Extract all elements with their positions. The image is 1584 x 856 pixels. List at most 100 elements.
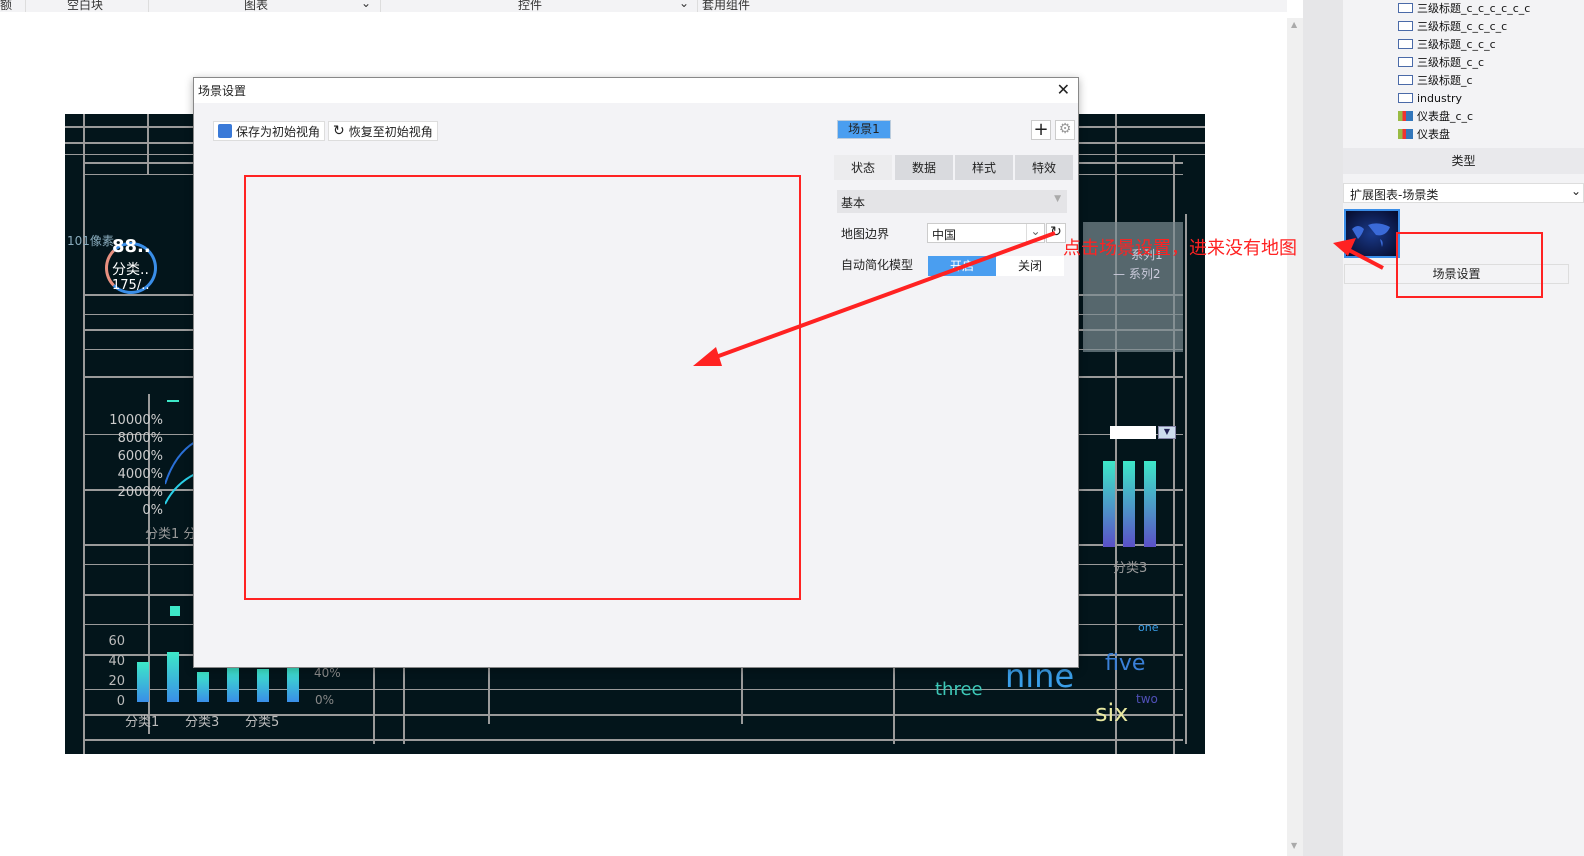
bar: [227, 667, 239, 702]
tab-status[interactable]: 状态: [834, 155, 892, 180]
dropdown-widget-icon: [1398, 93, 1413, 103]
gauge-icon: [1398, 111, 1413, 121]
tree-item[interactable]: 仪表盘: [1398, 125, 1450, 143]
legend-swatch: [170, 606, 180, 616]
toggle-off[interactable]: 关闭: [996, 256, 1064, 276]
tree-item-label: 仪表盘: [1417, 128, 1450, 141]
filter-input[interactable]: [1110, 426, 1156, 439]
y-tick: 10000%: [109, 413, 163, 428]
word: one: [1138, 621, 1159, 634]
tree-item[interactable]: 三级标题_c_c_c_c_c_c: [1398, 0, 1530, 17]
y-tick: 4000%: [117, 467, 163, 482]
tree-item-label: 三级标题_c: [1417, 74, 1473, 87]
tree-item[interactable]: 三级标题_c_c_c: [1398, 35, 1496, 53]
legend-series2: — 系列2: [1113, 267, 1161, 281]
chevron-down-icon[interactable]: ⌄: [679, 0, 689, 10]
tree-item[interactable]: 三级标题_c_c: [1398, 53, 1484, 71]
tree-item-label: 三级标题_c_c_c_c: [1417, 20, 1508, 33]
title-widget-icon: [1398, 3, 1413, 13]
auto-simplify-label: 自动简化模型: [841, 258, 914, 272]
toolbar-chart[interactable]: 图表: [244, 0, 268, 12]
title-widget-icon: [1398, 39, 1413, 49]
tree-item-label: 三级标题_c_c_c_c_c_c: [1417, 2, 1531, 15]
gauge-value: 88..: [112, 236, 151, 257]
bar-x-label: 分类3: [185, 715, 220, 730]
chevron-down-icon[interactable]: ⌄: [361, 0, 371, 10]
title-widget-icon: [1398, 75, 1413, 85]
y-tick: 8000%: [117, 431, 163, 446]
bar: [167, 652, 179, 702]
bar: [137, 662, 149, 702]
title-widget-icon: [1398, 21, 1413, 31]
canvas-scrollbar[interactable]: ▲ ▼: [1287, 18, 1303, 856]
chevron-down-icon: ⌄: [1026, 224, 1044, 242]
tree-item-label: 三级标题_c_c_c: [1417, 38, 1496, 51]
tab-effects[interactable]: 特效: [1015, 155, 1073, 180]
line-x-label: 分类1 分: [145, 527, 197, 542]
bar: [197, 672, 209, 702]
toolbar-item[interactable]: 额: [0, 0, 12, 12]
bar: [257, 669, 269, 702]
tree-item[interactable]: 仪表盘_c_c: [1398, 107, 1473, 125]
type-select[interactable]: 扩展图表-场景类 ⌄: [1343, 183, 1584, 203]
bar-x-label: 分类1: [125, 715, 160, 730]
gauge-label: 101像素: [67, 234, 114, 248]
chevron-down-icon: ⌄: [1570, 184, 1581, 198]
toolbar-blank-block[interactable]: 空白块: [67, 0, 103, 12]
refresh-icon: ↻: [333, 123, 345, 139]
tree-item[interactable]: 三级标题_c: [1398, 71, 1473, 89]
restore-initial-view-button[interactable]: ↻ 恢复至初始视角: [328, 121, 438, 141]
tab-data[interactable]: 数据: [895, 155, 953, 180]
map-boundary-value: 中国: [932, 228, 957, 242]
scene-tag[interactable]: 场景1: [837, 120, 891, 139]
annotation-text: 点击场景设置，进来没有地图: [1063, 238, 1297, 259]
legend-line: [167, 400, 179, 402]
tree-item-label: 仪表盘_c_c: [1417, 110, 1474, 123]
tab-style[interactable]: 样式: [955, 155, 1013, 180]
save-initial-view-button[interactable]: 保存为初始视角: [213, 121, 326, 141]
dialog-title-bar: 场景设置 ✕: [194, 78, 1078, 103]
tree-item-label: 三级标题_c_c: [1417, 56, 1485, 69]
word: six: [1095, 699, 1129, 727]
vbar-x-label: 分类3: [1113, 561, 1148, 576]
close-icon[interactable]: ✕: [1057, 80, 1070, 99]
caret-down-icon: ▼: [1054, 194, 1061, 204]
y-tick: 2000%: [117, 485, 163, 500]
tree-item-label: industry: [1417, 91, 1463, 105]
bar-y-tick: 20: [108, 674, 125, 689]
y-tick: 0%: [142, 503, 163, 518]
toolbar-templates[interactable]: 套用组件: [702, 0, 750, 12]
dropdown-icon[interactable]: ▼: [1158, 426, 1176, 439]
bar-right-tick: 40%: [314, 666, 341, 680]
component-panel: 三级标题_c_c_c_c_c_c 三级标题_c_c_c_c 三级标题_c_c_c 三级…: [1343, 0, 1584, 856]
world-map-thumbnail[interactable]: [1344, 209, 1400, 258]
toggle-on[interactable]: 开启: [928, 256, 996, 276]
add-icon[interactable]: +: [1031, 120, 1051, 140]
component-toolbar: 额 空白块 图表 ⌄ 控件 ⌄ 套用组件: [0, 0, 1287, 12]
bar: [287, 667, 299, 702]
bar-right-tick: 0%: [315, 693, 335, 707]
bar-y-tick: 0: [116, 694, 125, 709]
vbar: [1123, 461, 1135, 547]
panel-gutter: [1303, 0, 1343, 856]
vbar: [1103, 461, 1115, 547]
gear-icon[interactable]: ⚙: [1055, 120, 1075, 140]
tree-item[interactable]: industry: [1398, 89, 1462, 107]
bar-y-tick: 60: [108, 634, 125, 649]
bar-y-tick: 40: [108, 654, 125, 669]
word: two: [1136, 692, 1158, 706]
type-select-value: 扩展图表-场景类: [1350, 188, 1439, 202]
section-basic[interactable]: 基本 ▼: [837, 190, 1067, 213]
gauge-category: 分类..: [112, 262, 149, 278]
bar-x-label: 分类5: [245, 715, 280, 730]
dialog-title: 场景设置: [198, 84, 247, 98]
map-boundary-select[interactable]: 中国 ⌄: [927, 223, 1045, 243]
save-view-label: 保存为初始视角: [236, 124, 321, 139]
line-series: [165, 441, 195, 505]
gauge-icon: [1398, 129, 1413, 139]
toolbar-widget[interactable]: 控件: [518, 0, 542, 12]
tree-item[interactable]: 三级标题_c_c_c_c: [1398, 17, 1507, 35]
section-label: 基本: [841, 196, 866, 210]
type-header: 类型: [1343, 148, 1584, 174]
save-icon: [218, 124, 232, 138]
